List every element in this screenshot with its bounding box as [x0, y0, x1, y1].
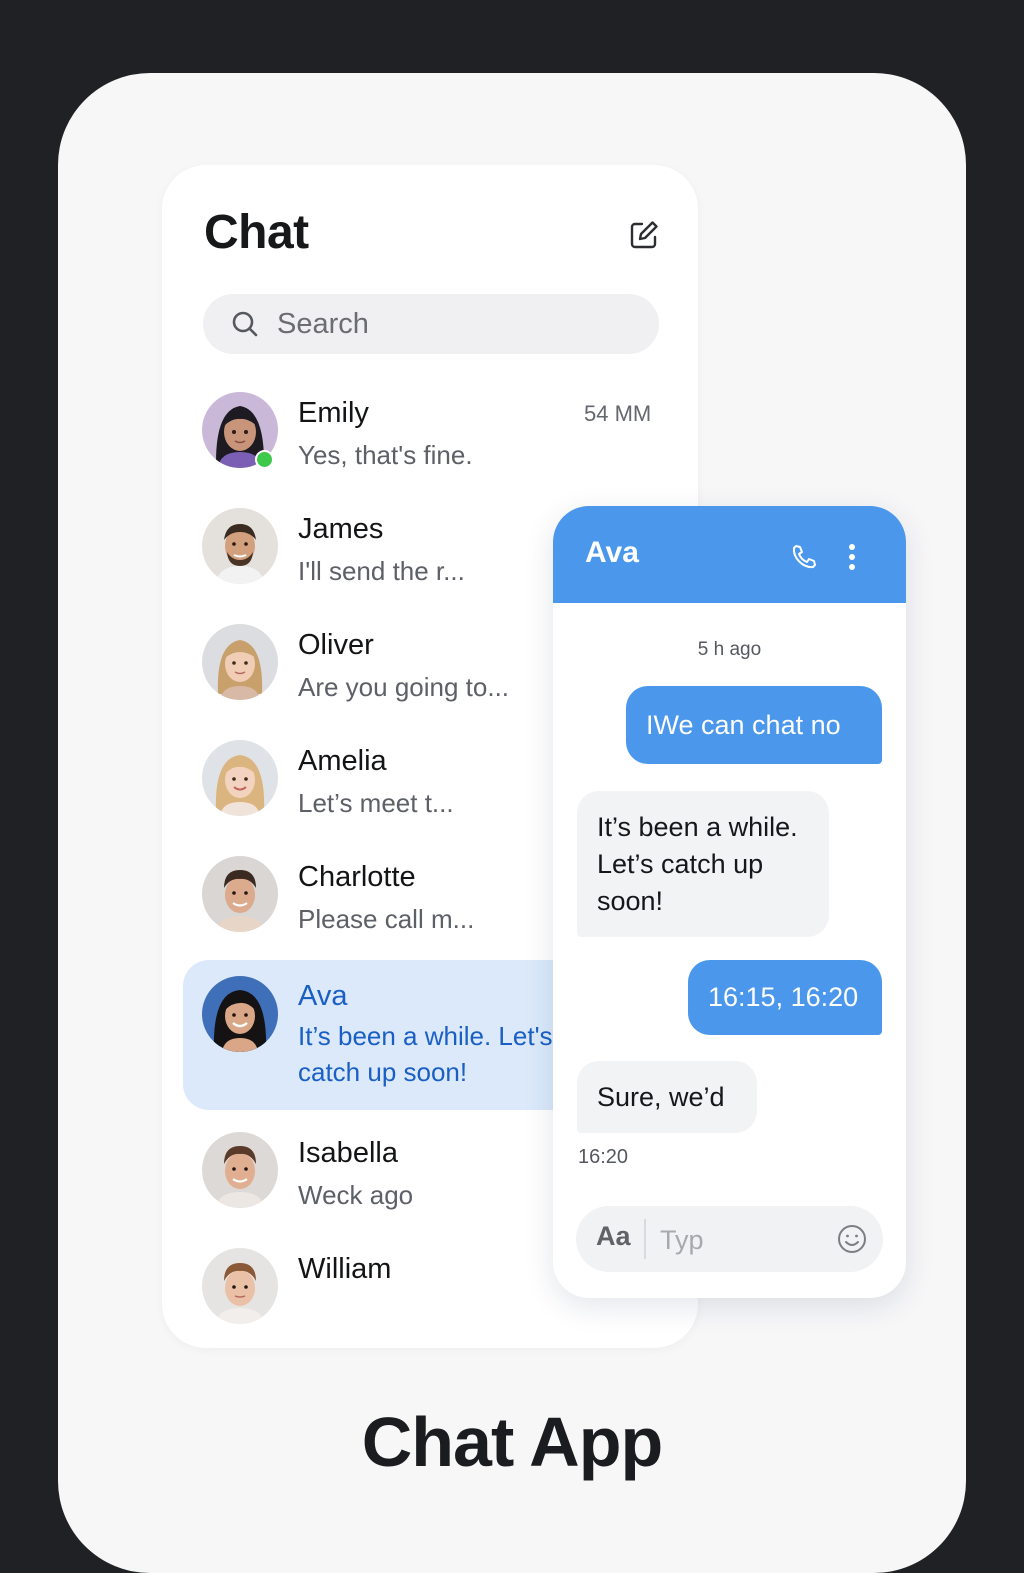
message-timestamp: 16:20: [578, 1146, 629, 1168]
online-status-dot: [255, 450, 274, 469]
message-bubble-incoming: It’s been a while. Let’s catch up soon!: [577, 791, 829, 937]
contact-name: Emily: [298, 397, 369, 429]
message-bubble-incoming: Sure, we’d: [577, 1061, 757, 1133]
contact-last-message: Let’s meet t...: [298, 788, 454, 818]
avatar: [202, 1132, 278, 1208]
avatar: [202, 856, 278, 932]
avatar: [202, 508, 278, 584]
contact-last-message: I'll send the r...: [298, 556, 465, 586]
contact-last-message: Yes, that's fine.: [298, 440, 473, 470]
search-input[interactable]: [275, 306, 639, 342]
message-timestamp: 5 h ago: [697, 639, 762, 660]
message-bubble-outgoing: IWe can chat no: [626, 686, 882, 764]
contact-name: Oliver: [298, 629, 374, 661]
search-bar[interactable]: [203, 294, 659, 354]
message-input[interactable]: [658, 1220, 822, 1260]
avatar: [202, 1248, 278, 1324]
contact-name: Charlotte: [298, 861, 416, 893]
contact-row-emily[interactable]: Emily Yes, that's fine. 54 MM: [183, 387, 698, 503]
contact-time: 54 MM: [584, 401, 652, 426]
contact-last-message: Are you going to...: [298, 672, 510, 702]
text-format-button[interactable]: Aa: [596, 1221, 631, 1252]
contact-name: William: [298, 1253, 392, 1285]
avatar: [202, 976, 278, 1052]
avatar: [202, 624, 278, 700]
conversation-header: Ava: [553, 506, 906, 603]
message-bubble-outgoing: 16:15, 16:20: [688, 960, 882, 1035]
contact-name: Isabella: [298, 1137, 398, 1169]
conversation-contact-name: Ava: [585, 536, 639, 569]
composer-divider: [644, 1219, 646, 1259]
conversation-panel: Ava 5 h ago IWe can chat no It’s been a …: [553, 506, 906, 1298]
contact-last-message: It’s been a while. Let's catch up soon!: [298, 1021, 553, 1087]
contact-name: Amelia: [298, 745, 387, 777]
contact-name: Ava: [298, 980, 348, 1012]
phone-icon[interactable]: [789, 542, 819, 572]
message-composer: Aa: [576, 1206, 883, 1272]
contact-last-message: Please call m...: [298, 904, 475, 934]
contact-name: James: [298, 513, 384, 545]
compose-icon[interactable]: [624, 215, 664, 255]
chat-list-title: Chat: [204, 206, 309, 259]
more-vertical-icon[interactable]: [843, 542, 861, 572]
app-title: Chat App: [361, 1403, 663, 1481]
search-icon: [229, 308, 261, 340]
smiley-icon[interactable]: [836, 1223, 868, 1255]
contact-last-message: Weck ago: [298, 1180, 414, 1210]
avatar: [202, 740, 278, 816]
